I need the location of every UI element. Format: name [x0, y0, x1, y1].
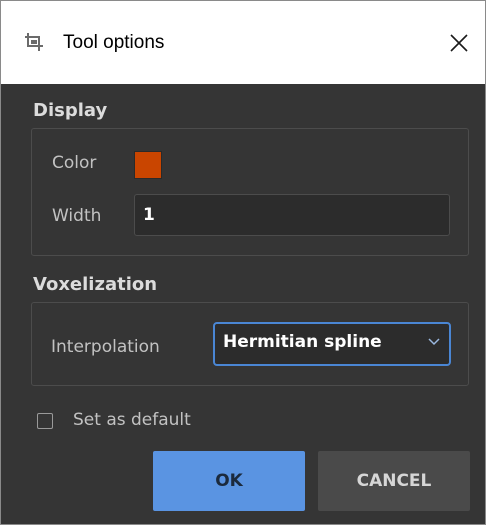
color-label: Color [52, 153, 97, 173]
interpolation-select[interactable]: Hermitian spline [213, 322, 451, 366]
close-button[interactable] [439, 23, 479, 63]
voxelization-section-title: Voxelization [33, 274, 158, 295]
title-bar: Tool options [1, 1, 485, 84]
close-icon [450, 34, 468, 52]
cancel-button[interactable]: CANCEL [318, 451, 470, 511]
display-section-title: Display [33, 100, 108, 121]
dialog-title: Tool options [63, 32, 165, 53]
set-default-label: Set as default [73, 410, 191, 430]
set-default-checkbox[interactable] [37, 413, 53, 429]
crop-tool-icon [25, 33, 43, 51]
width-label: Width [52, 206, 102, 226]
chevron-down-icon [428, 338, 440, 346]
color-swatch[interactable] [134, 151, 162, 179]
ok-button[interactable]: OK [153, 451, 305, 511]
interpolation-selected-value: Hermitian spline [223, 332, 382, 352]
width-input[interactable] [134, 194, 450, 236]
voxelization-group: Interpolation Hermitian spline [31, 302, 469, 386]
display-group: Color Width [31, 128, 469, 256]
tool-options-dialog: Tool options Display Color Width Voxeliz… [0, 0, 486, 525]
interpolation-label: Interpolation [51, 337, 160, 357]
dialog-body: Display Color Width Voxelization Interpo… [1, 84, 485, 524]
